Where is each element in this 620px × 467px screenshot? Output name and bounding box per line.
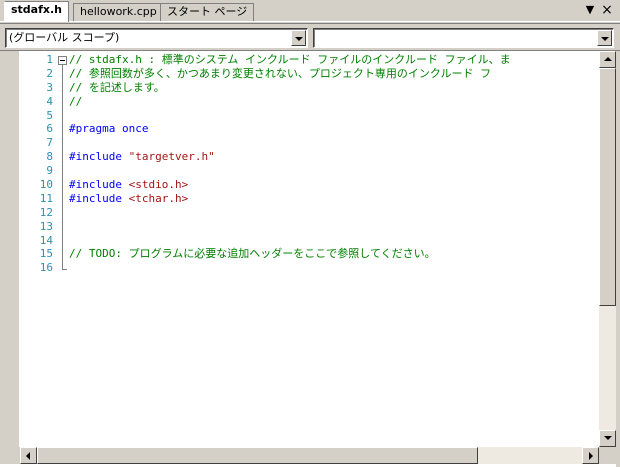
code-token: // を記述します。 [69, 80, 165, 94]
line-number: 9 [46, 164, 53, 178]
code-token: #include [69, 178, 129, 192]
vertical-scrollbar[interactable] [599, 51, 616, 447]
tab-hellowork-cpp[interactable]: hellowork.cpp [73, 3, 164, 21]
code-line[interactable]: #include <tchar.h> [69, 192, 599, 206]
line-number: 8 [46, 150, 53, 164]
member-dropdown[interactable] [313, 28, 614, 48]
close-icon[interactable]: × [600, 2, 614, 18]
code-line[interactable]: #include <stdio.h> [69, 178, 599, 192]
line-number: 6 [46, 122, 53, 136]
line-number: 5 [46, 108, 53, 122]
scrollbar-corner [599, 447, 616, 464]
tab-label: スタート ページ [167, 5, 248, 18]
outline-margin [57, 53, 69, 273]
vertical-scroll-thumb[interactable] [599, 68, 616, 306]
scroll-up-button[interactable] [599, 51, 616, 68]
code-line[interactable]: // 参照回数が多く、かつあまり変更されない、プロジェクト専用のインクルード フ [69, 67, 599, 81]
tab-label: hellowork.cpp [80, 5, 157, 18]
code-token: // TODO: プログラムに必要な追加ヘッダーをここで参照してください。 [69, 247, 436, 261]
code-line[interactable]: // stdafx.h : 標準のシステム インクルード ファイルのインクルード… [69, 53, 599, 67]
line-number: 11 [39, 191, 53, 205]
line-number-margin: 1 2 3 4 5 6 7 8 9 10 11 12 13 14 15 16 [20, 53, 54, 275]
triangle-down-icon[interactable]: ▼ [583, 2, 597, 18]
scroll-right-button[interactable] [582, 447, 599, 464]
line-number: 4 [46, 94, 53, 108]
code-line[interactable] [69, 136, 599, 150]
code-line[interactable]: // TODO: プログラムに必要な追加ヘッダーをここで参照してください。 [69, 247, 599, 261]
code-line[interactable]: // を記述します。 [69, 81, 599, 95]
outline-end [62, 269, 67, 270]
window-edge [616, 51, 620, 467]
document-tab-strip: stdafx.h hellowork.cpp スタート ページ ▼ × [0, 0, 620, 22]
code-token: <stdio.h> [128, 178, 189, 192]
scope-dropdown-value: (グローバル スコープ) [9, 31, 120, 44]
line-number: 14 [39, 233, 53, 247]
scroll-left-button[interactable] [20, 447, 37, 464]
line-number: 16 [39, 261, 53, 275]
code-line[interactable] [69, 206, 599, 220]
outline-line [62, 65, 63, 270]
line-number: 2 [46, 66, 53, 80]
code-editor[interactable]: 1 2 3 4 5 6 7 8 9 10 11 12 13 14 15 16 // stdafx.h : 標準… [0, 50, 620, 467]
line-number: 3 [46, 80, 53, 94]
splitter-box[interactable] [0, 447, 20, 464]
code-token: #include [69, 150, 129, 164]
line-number: 10 [39, 178, 53, 192]
horizontal-scroll-thumb[interactable] [37, 447, 478, 464]
indicator-margin[interactable] [0, 51, 20, 447]
code-line[interactable] [69, 234, 599, 248]
code-line[interactable] [69, 164, 599, 178]
tab-label: stdafx.h [11, 3, 62, 16]
code-token: #include [69, 191, 129, 205]
code-token: // 参照回数が多く、かつあまり変更されない、プロジェクト専用のインクルード フ [69, 66, 492, 80]
line-number: 12 [39, 205, 53, 219]
horizontal-scrollbar[interactable] [20, 447, 599, 464]
tab-start-page[interactable]: スタート ページ [160, 3, 255, 21]
line-number: 13 [39, 219, 53, 233]
scope-dropdown[interactable]: (グローバル スコープ) [5, 28, 308, 48]
code-line[interactable]: #pragma once [69, 122, 599, 136]
code-token: <tchar.h> [128, 191, 189, 205]
code-token: // stdafx.h : 標準のシステム インクルード ファイルのインクルード… [69, 53, 511, 66]
navigation-bar: (グローバル スコープ) [0, 23, 620, 49]
code-token: #pragma once [69, 122, 149, 136]
code-token: // [69, 94, 83, 108]
code-text-area[interactable]: // stdafx.h : 標準のシステム インクルード ファイルのインクルード… [69, 53, 599, 275]
code-line[interactable]: #include "targetver.h" [69, 150, 599, 164]
code-line[interactable] [69, 261, 599, 275]
code-line[interactable] [69, 109, 599, 123]
scroll-down-button[interactable] [599, 430, 616, 447]
collapse-icon[interactable] [58, 56, 67, 65]
line-number: 1 [46, 53, 53, 66]
line-number: 15 [39, 247, 53, 261]
code-token: "targetver.h" [128, 150, 215, 164]
chevron-down-icon[interactable] [291, 30, 306, 46]
tab-stdafx-h[interactable]: stdafx.h [4, 1, 69, 22]
chevron-down-icon[interactable] [597, 30, 612, 46]
code-line[interactable] [69, 220, 599, 234]
code-line[interactable]: // [69, 95, 599, 109]
line-number: 7 [46, 136, 53, 150]
